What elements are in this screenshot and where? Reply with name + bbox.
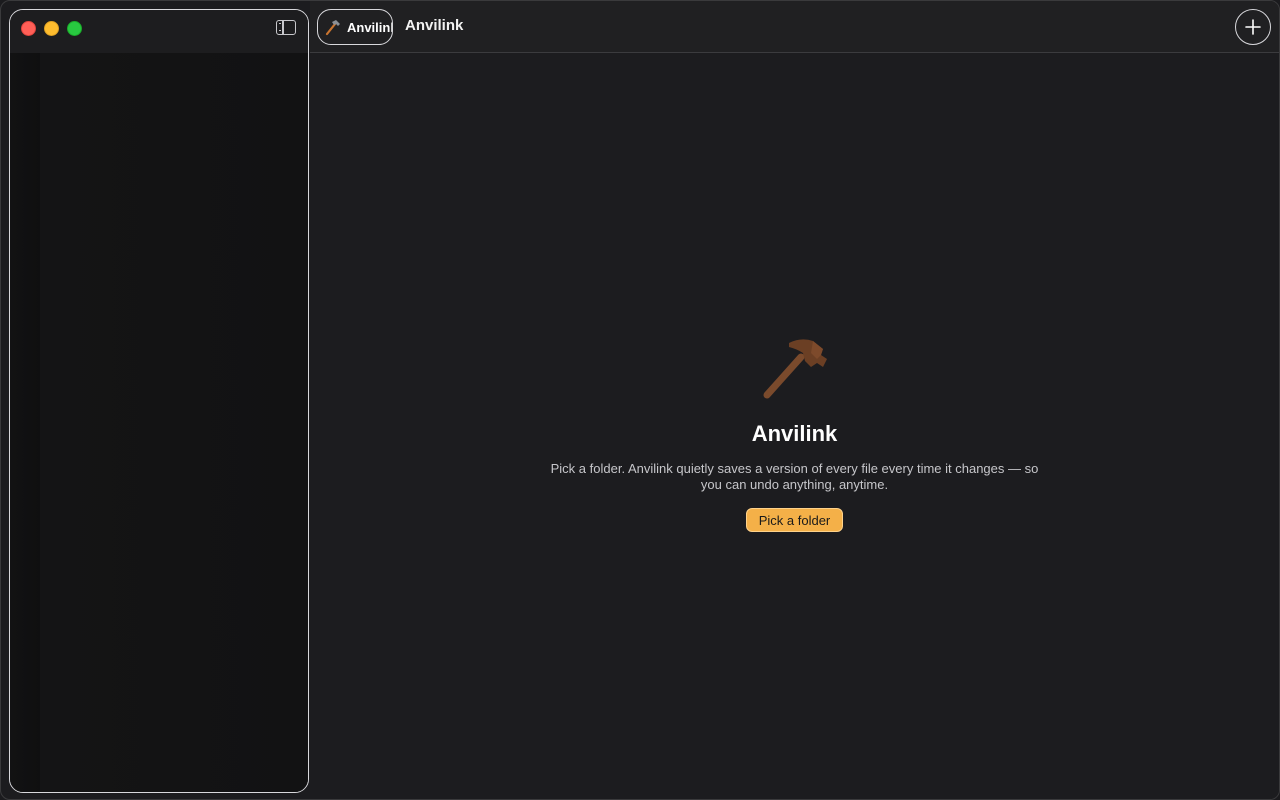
toolbar-title: Anvilink xyxy=(405,17,464,34)
close-window-button[interactable] xyxy=(21,21,36,36)
empty-state: Anvilink Pick a folder. Anvilink quietly… xyxy=(310,333,1279,532)
toolbar: Anvilink Anvilink xyxy=(310,1,1279,53)
zoom-window-button[interactable] xyxy=(67,21,82,36)
hammer-icon xyxy=(763,339,827,399)
sidebar xyxy=(9,9,309,793)
app-window: Anvilink Anvilink Anvilink Pick a folder… xyxy=(0,0,1280,800)
sidebar-content xyxy=(10,53,308,792)
add-button[interactable] xyxy=(1235,9,1271,45)
minimize-window-button[interactable] xyxy=(44,21,59,36)
plus-icon xyxy=(1245,19,1261,35)
empty-state-title: Anvilink xyxy=(751,421,838,446)
pick-folder-button[interactable]: Pick a folder xyxy=(745,508,844,532)
tab-label: Anvilink xyxy=(347,19,393,35)
sidebar-titlebar xyxy=(10,10,308,53)
hammer-icon xyxy=(325,20,340,36)
sidebar-toggle-icon[interactable] xyxy=(276,20,296,35)
main-content: Anvilink Pick a folder. Anvilink quietly… xyxy=(310,53,1279,799)
empty-state-description: Pick a folder. Anvilink quietly saves a … xyxy=(550,461,1039,492)
tab-anvilink[interactable]: Anvilink xyxy=(317,9,393,45)
